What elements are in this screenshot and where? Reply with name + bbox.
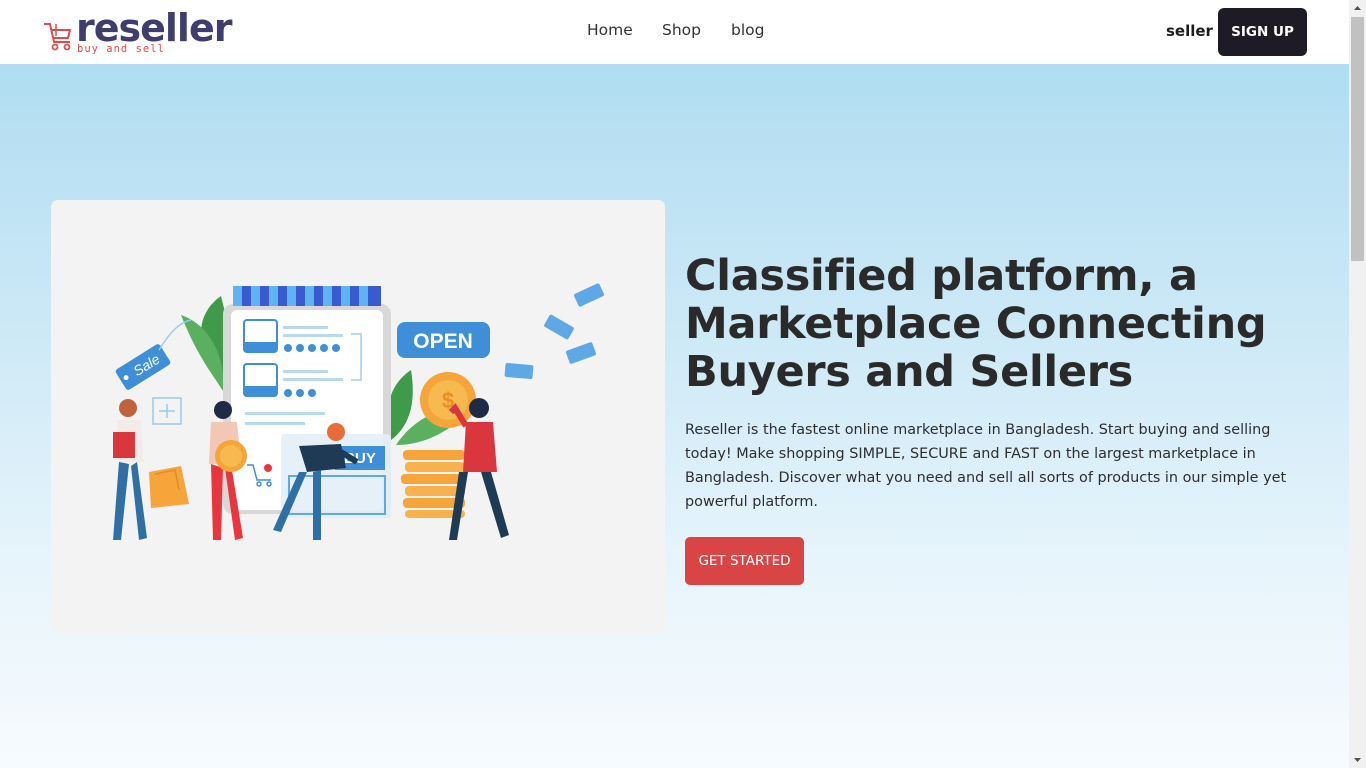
nav-blog-link[interactable]: blog xyxy=(731,21,764,39)
hero-title: Classified platform, a Marketplace Conne… xyxy=(685,251,1267,397)
marketplace-illustration: BUY OPEN Sale $ xyxy=(113,283,604,540)
logo-tagline: buy and sell xyxy=(77,43,165,55)
scroll-up-arrow-icon[interactable] xyxy=(1349,0,1366,17)
sign-up-button[interactable]: SIGN UP xyxy=(1218,8,1307,56)
seller-link[interactable]: seller xyxy=(1166,22,1213,40)
woman-with-bags xyxy=(113,399,189,540)
scroll-down-arrow-icon[interactable] xyxy=(1349,751,1366,768)
nav-home-link[interactable]: Home xyxy=(587,21,633,39)
site-logo[interactable]: reseller buy and sell xyxy=(42,6,242,58)
hero-illustration-card: BUY OPEN Sale $ xyxy=(51,200,665,633)
hero-text-block: Classified platform, a Marketplace Conne… xyxy=(685,251,1325,585)
sale-tag: Sale xyxy=(115,344,171,390)
top-navbar: reseller buy and sell Home Shop blog sel… xyxy=(0,0,1349,64)
page-scrollbar[interactable] xyxy=(1349,0,1366,768)
open-sign-text: OPEN xyxy=(413,330,473,353)
hero-description: Reseller is the fastest online marketpla… xyxy=(685,422,1287,510)
shop-awning xyxy=(233,286,381,306)
scrollbar-thumb[interactable] xyxy=(1351,17,1364,261)
get-started-button[interactable]: GET STARTED xyxy=(685,537,804,585)
cart-logo-icon xyxy=(44,23,72,51)
hero-section: BUY OPEN Sale $ Classified platform, a M… xyxy=(0,64,1349,768)
nav-shop-link[interactable]: Shop xyxy=(662,21,701,39)
money-bills xyxy=(504,283,604,380)
